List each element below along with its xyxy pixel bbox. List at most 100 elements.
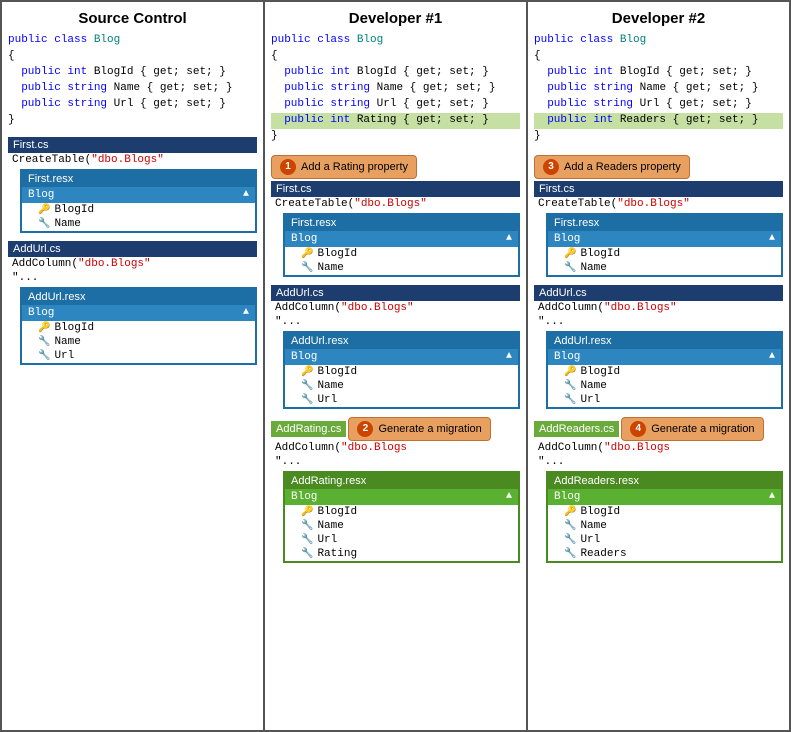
d1-rating-name: Name (317, 520, 343, 532)
d2-brace-close: } (534, 130, 541, 142)
code-indent3 (8, 98, 21, 110)
tooltip-gen-migration-text-2: Generate a migration (651, 423, 754, 435)
d2-public3: public (547, 82, 593, 94)
d2-indent3 (534, 98, 547, 110)
sc-addurl-resx-header: AddUrl.resx (22, 289, 255, 305)
code-dbo-blogs-1: "dbo.Blogs" (91, 154, 164, 166)
resx-row: 🔑 BlogId (548, 365, 781, 379)
tooltip-add-rating-text: Add a Rating property (301, 161, 408, 173)
field-icon-9: 🔧 (301, 548, 313, 560)
resx-row: 🔧 Url (285, 533, 518, 547)
d2-public4: public (547, 98, 593, 110)
d2-addreaders-code: AddColumn("dbo.Blogs (534, 441, 783, 455)
d2-addurl-code2: "... (534, 315, 783, 329)
sc-addurl-resx-table-title: Blog (28, 307, 54, 319)
d1-int2: int (330, 114, 356, 126)
d2-readers: Readers { get; set; } (620, 114, 759, 126)
field-icon-12: 🔧 (564, 394, 576, 406)
chevron-up-icon: ▲ (243, 189, 249, 200)
d1-addrating-resx-header: AddRating.resx (285, 473, 518, 489)
d1-rating-blogid: BlogId (317, 506, 357, 518)
developer-1-column: Developer #1 public class Blog { public … (265, 2, 528, 730)
field-icon-7: 🔧 (301, 520, 313, 532)
code-createtable: CreateTable( (12, 154, 91, 166)
d2-public5: public (547, 114, 593, 126)
resx-row: 🔧 Name (22, 217, 255, 231)
d1-addrating-code2: "... (271, 455, 520, 469)
field-icon-15: 🔧 (564, 548, 576, 560)
d2-string2: string (593, 98, 639, 110)
d1-first-resx-header: First.resx (285, 215, 518, 231)
d2-addreaders-cs-header: AddReaders.cs (534, 421, 619, 437)
tooltip-add-readers: 3 Add a Readers property (534, 155, 690, 179)
developer-1-title: Developer #1 (271, 10, 520, 27)
d2-addurl-url: Url (580, 394, 600, 406)
d1-first-cs-code: CreateTable("dbo.Blogs" (271, 197, 520, 211)
code-int: int (67, 66, 93, 78)
d2-addurl-resx-table-header: Blog ▲ (548, 349, 781, 365)
chevron-up-icon-2: ▲ (243, 307, 249, 318)
sc-first-resx-table-title: Blog (28, 189, 54, 201)
d1-addcolumn-2: AddColumn( (275, 442, 341, 454)
d2-first-blogid: BlogId (580, 248, 620, 260)
sc-addurl-cs-section: AddUrl.cs AddColumn("dbo.Blogs" "... Add… (8, 241, 257, 365)
d1-class: class (317, 34, 357, 46)
d1-addrating-table-title: Blog (291, 491, 317, 503)
d1-blogid: BlogId { get; set; } (357, 66, 489, 78)
resx-row: 🔧 Name (285, 379, 518, 393)
d2-readers-url: Url (580, 534, 600, 546)
d2-first-name: Name (580, 262, 606, 274)
field-icon-3: 🔧 (38, 350, 50, 362)
field-icon: 🔧 (38, 218, 50, 230)
code-string: string (67, 82, 113, 94)
d2-url: Url { get; set; } (640, 98, 752, 110)
sc-first-cs-header: First.cs (8, 137, 257, 153)
d1-rating: Rating { get; set; } (357, 114, 489, 126)
resx-name-label-2: Name (54, 336, 80, 348)
d2-addurl-cs-header: AddUrl.cs (534, 285, 783, 301)
resx-row: 🔧 Name (548, 519, 781, 533)
resx-row: 🔧 Url (22, 349, 255, 363)
d1-rating-url: Url (317, 534, 337, 546)
d2-readers-name: Name (580, 520, 606, 532)
d1-rating-ellipsis: "... (275, 456, 301, 468)
code-blog: Blog (94, 34, 120, 46)
dev2-code: public class Blog { public int BlogId { … (534, 33, 783, 145)
field-icon-11: 🔧 (564, 380, 576, 392)
d1-addurl-table-title: Blog (291, 351, 317, 363)
d2-public: public (534, 34, 580, 46)
key-icon-3: 🔑 (301, 248, 313, 260)
key-icon-2: 🔑 (38, 322, 50, 334)
key-icon: 🔑 (38, 204, 50, 216)
sc-first-resx-box: First.resx Blog ▲ 🔑 BlogId 🔧 Name (20, 169, 257, 233)
d2-blog: Blog (620, 34, 646, 46)
d2-first-cs-code: CreateTable("dbo.Blogs" (534, 197, 783, 211)
key-icon-7: 🔑 (564, 366, 576, 378)
sc-first-cs-section: First.cs CreateTable("dbo.Blogs" First.r… (8, 137, 257, 233)
key-icon-8: 🔑 (564, 506, 576, 518)
resx-row: 🔧 Url (285, 393, 518, 407)
d2-addurl-cs-section: AddUrl.cs AddColumn("dbo.Blogs" "... Add… (534, 285, 783, 409)
d1-rating-line: public int Rating { get; set; } (271, 113, 520, 129)
tooltip-add-rating: 1 Add a Rating property (271, 155, 417, 179)
chevron-up-icon-5: ▲ (506, 491, 512, 502)
tooltip-generate-migration-1: 2 Generate a migration (348, 417, 490, 441)
code-brace-open: { (8, 50, 15, 62)
d1-addurl-cs-header: AddUrl.cs (271, 285, 520, 301)
d1-name: Name { get; set; } (377, 82, 496, 94)
d1-ellipsis: "... (275, 316, 301, 328)
d1-addurl-code2: "... (271, 315, 520, 329)
d1-int: int (330, 66, 356, 78)
d2-addcolumn: AddColumn( (538, 302, 604, 314)
d2-first-resx-table-header: Blog ▲ (548, 231, 781, 247)
d1-rating-rating: Rating (317, 548, 357, 560)
sc-first-resx-header: First.resx (22, 171, 255, 187)
resx-blogid-label-2: BlogId (54, 322, 94, 334)
d2-addreaders-section: AddReaders.cs 4 Generate a migration Add… (534, 417, 783, 563)
resx-row: 🔧 Name (548, 261, 781, 275)
chevron-up-icon-3: ▲ (506, 233, 512, 244)
resx-row: 🔑 BlogId (285, 505, 518, 519)
field-icon-14: 🔧 (564, 534, 576, 546)
code-url: Url { get; set; } (114, 98, 226, 110)
d1-first-resx-box: First.resx Blog ▲ 🔑 BlogId 🔧 Name (283, 213, 520, 277)
